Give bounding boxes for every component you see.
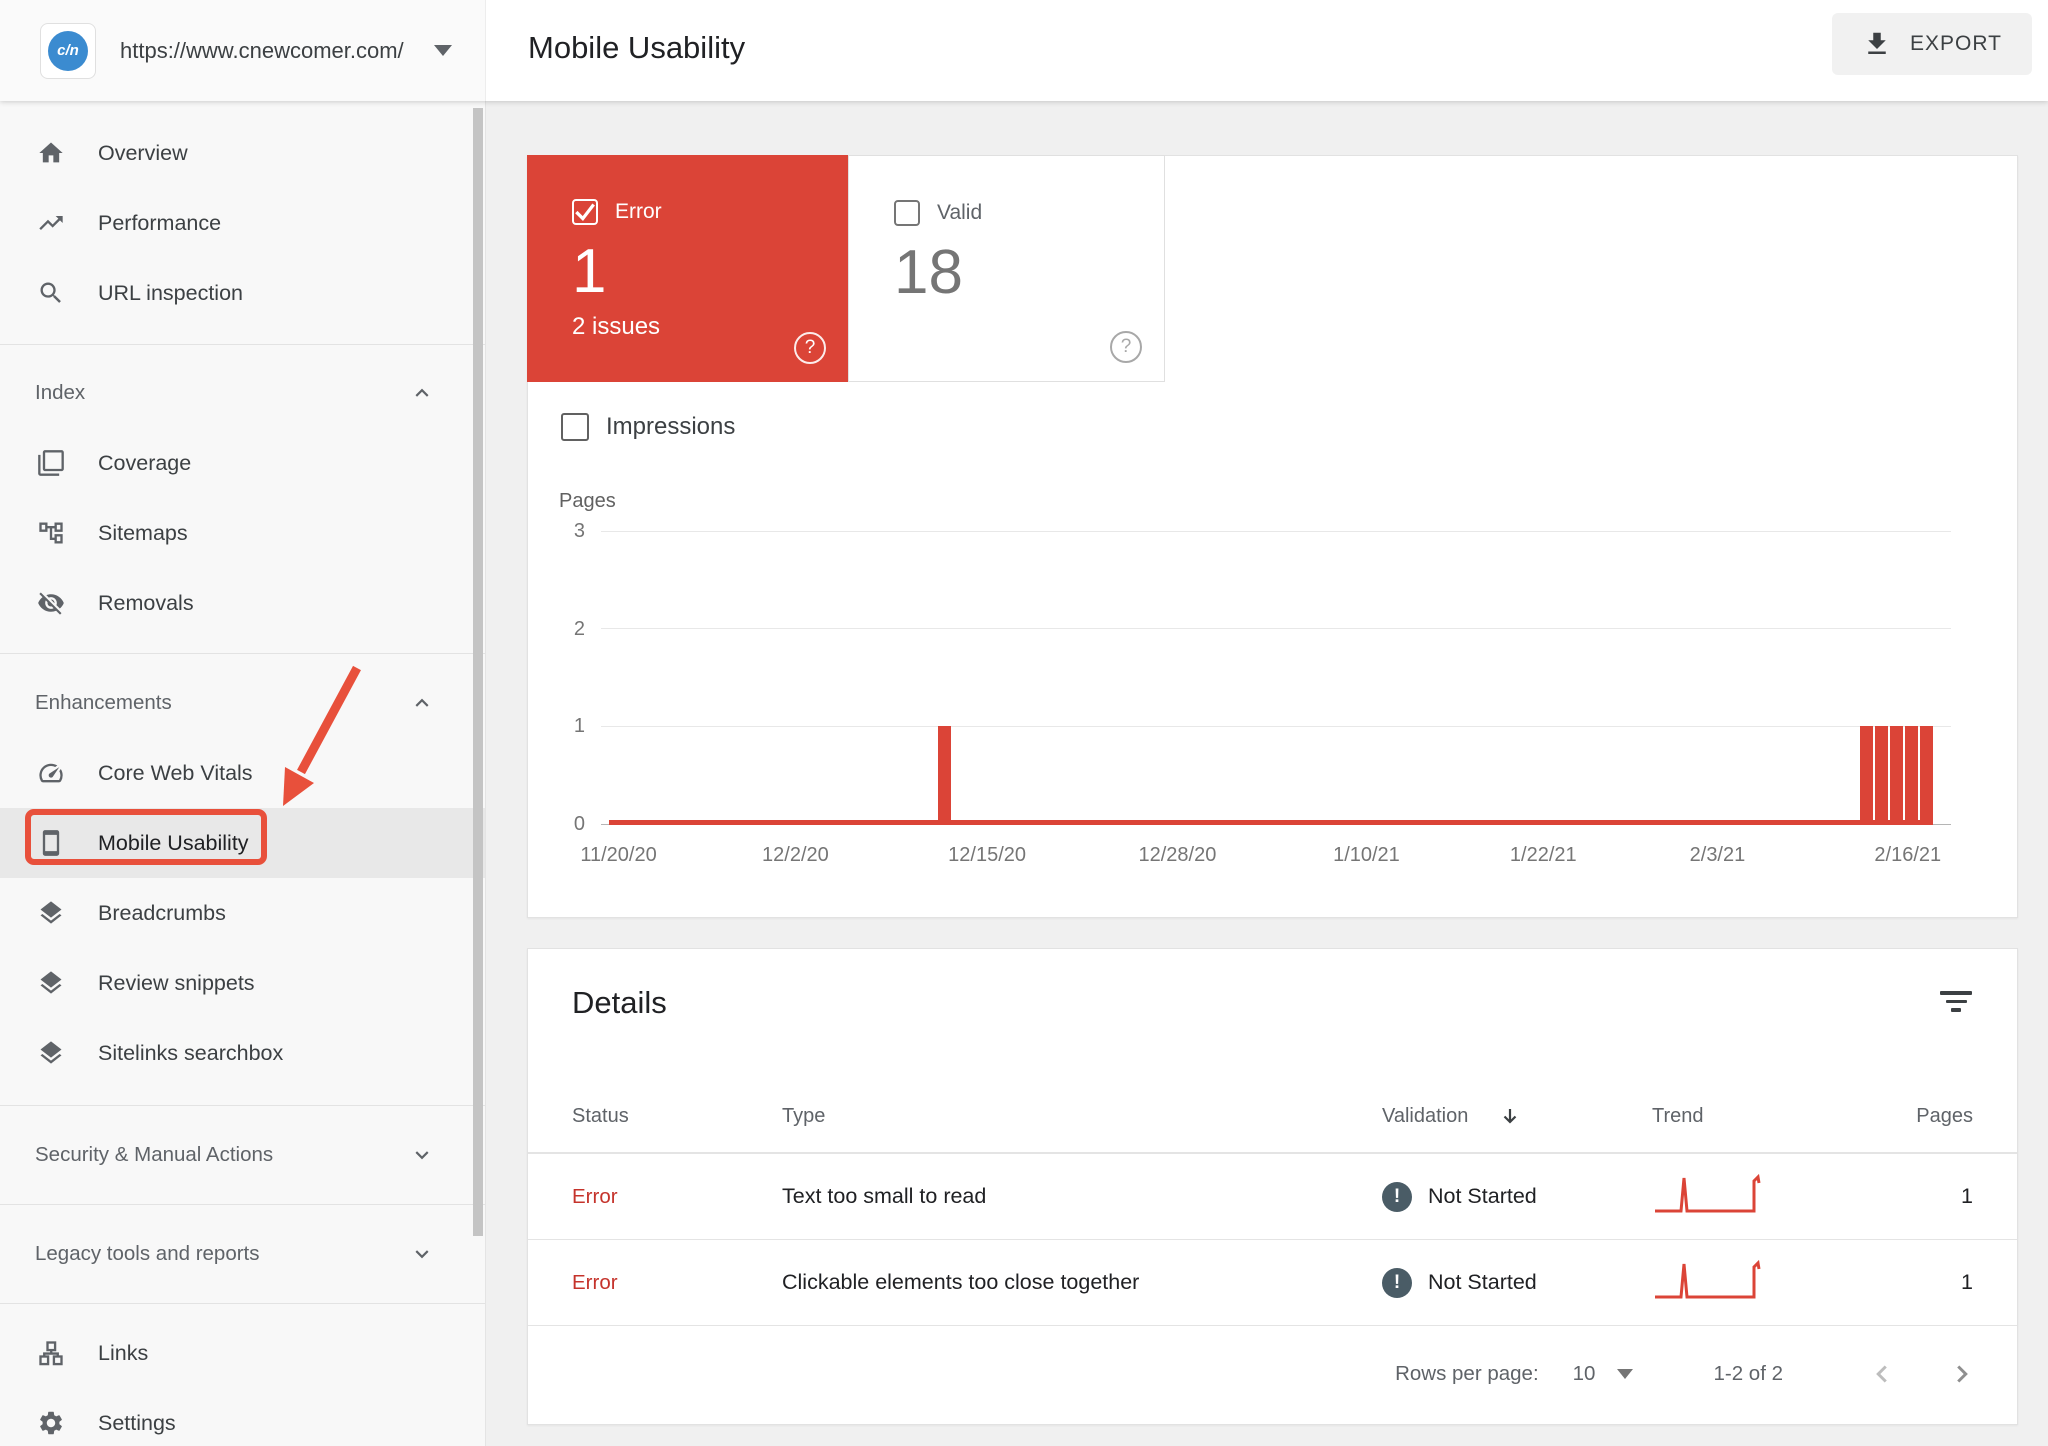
sidebar-item-sitelinks-searchbox[interactable]: Sitelinks searchbox [0,1018,485,1088]
sidebar-item-overview[interactable]: Overview [0,118,485,188]
sidebar-item-coverage[interactable]: Coverage [0,428,485,498]
details-card: Details Status Type Validation Trend Pag… [527,948,2018,1425]
top-bar: c/n https://www.cnewcomer.com/ Mobile Us… [0,0,2048,101]
type-cell[interactable]: Text too small to read [782,1184,1382,1209]
sidebar-section-enhancements[interactable]: Enhancements [0,668,485,738]
chevron-down-icon [415,1250,429,1259]
column-header-status[interactable]: Status [572,1105,782,1128]
property-url: https://www.cnewcomer.com/ [120,37,404,63]
next-page-button[interactable] [1947,1359,1977,1389]
rows-per-page-label: Rows per page: [1395,1361,1539,1385]
sidebar-item-performance[interactable]: Performance [0,188,485,258]
chart-plot [601,530,1951,825]
property-selector[interactable]: c/n https://www.cnewcomer.com/ [0,0,486,101]
sidebar-item-removals[interactable]: Removals [0,568,485,638]
sidebar-section-legacy-tools[interactable]: Legacy tools and reports [0,1219,485,1289]
exclamation-icon: ! [1382,1181,1412,1212]
sidebar-item-links[interactable]: Links [0,1318,485,1388]
dropdown-caret-icon [1617,1368,1634,1379]
site-favicon: c/n [40,22,96,79]
divider [0,653,485,654]
divider [0,1303,485,1304]
sidebar: Overview Performance URL inspection Inde… [0,101,486,1446]
home-icon [37,139,65,167]
divider [0,344,485,345]
sidebar-item-settings[interactable]: Settings [0,1388,485,1446]
layers-icon [37,899,65,927]
rows-per-page-select[interactable]: 10 [1573,1362,1634,1386]
error-issues-count: 2 issues [572,313,661,340]
speed-icon [37,759,65,787]
pagination-range: 1-2 of 2 [1713,1361,1783,1385]
column-header-pages[interactable]: Pages [1880,1105,1973,1128]
sidebar-item-mobile-usability[interactable]: Mobile Usability [0,808,485,878]
error-filter-chip[interactable]: Error 1 2 issues ? [527,155,848,382]
error-count: 1 [572,237,607,306]
pages-cell: 1 [1961,1270,1973,1294]
sidebar-item-review-snippets[interactable]: Review snippets [0,948,485,1018]
exclamation-icon: ! [1382,1267,1412,1298]
impressions-checkbox[interactable] [561,413,589,441]
divider [0,1105,485,1106]
links-icon [37,1339,65,1367]
valid-filter-chip[interactable]: Valid 18 ? [848,155,1165,382]
chevron-down-icon [415,1151,429,1160]
column-header-validation[interactable]: Validation [1382,1105,1652,1129]
previous-page-button[interactable] [1867,1359,1897,1389]
table-header-row: Status Type Validation Trend Pages [528,1081,2017,1153]
chevron-up-icon [415,698,429,707]
column-header-trend[interactable]: Trend [1652,1105,1880,1128]
sort-descending-icon [1504,1108,1517,1124]
status-cell: Error [572,1270,618,1294]
filter-icon[interactable] [1939,991,1973,1021]
table-row[interactable]: Error Text too small to read ! Not Start… [528,1153,2017,1239]
trending-up-icon [37,209,65,237]
pages-cell: 1 [1961,1184,1973,1208]
sidebar-nav: Overview Performance URL inspection Inde… [0,101,485,1446]
chevron-up-icon [415,388,429,397]
table-pagination: Rows per page: 10 1-2 of 2 [528,1325,2017,1421]
chart-card: Error 1 2 issues ? Valid 18 ? Impression… [527,155,2018,918]
trend-sparkline [1652,1257,1880,1308]
smartphone-icon [37,829,65,857]
chart-x-ticks: 11/20/20 12/2/20 12/15/20 12/28/20 1/10/21 1/… [580,844,1942,866]
help-icon[interactable]: ? [1110,331,1142,363]
layers-icon [37,969,65,997]
search-icon [37,279,65,307]
validation-cell: Not Started [1428,1270,1537,1294]
visibility-off-icon [37,589,65,617]
table-row[interactable]: Error Clickable elements too close toget… [528,1239,2017,1325]
sidebar-scrollbar[interactable] [473,108,483,1236]
search-console-app: c/n https://www.cnewcomer.com/ Mobile Us… [0,0,2048,1446]
sidebar-item-core-web-vitals[interactable]: Core Web Vitals [0,738,485,808]
property-dropdown-caret-icon[interactable] [433,45,452,56]
page-title: Mobile Usability [528,30,746,65]
trend-sparkline [1652,1171,1880,1222]
column-header-type[interactable]: Type [782,1105,1382,1128]
sidebar-item-url-inspection[interactable]: URL inspection [0,258,485,328]
details-title: Details [572,985,667,1020]
download-icon [1868,32,1886,54]
sidebar-item-breadcrumbs[interactable]: Breadcrumbs [0,878,485,948]
error-chip-label: Error [615,200,662,223]
layers-icon [37,1039,65,1067]
sidebar-section-index[interactable]: Index [0,358,485,428]
help-icon[interactable]: ? [794,332,826,364]
impressions-toggle[interactable]: Impressions [561,413,735,441]
sidebar-section-security-manual-actions[interactable]: Security & Manual Actions [0,1120,485,1190]
chart-y-axis-title: Pages [559,490,616,512]
sitemap-icon [37,519,65,547]
export-button[interactable]: EXPORT [1832,13,2032,75]
sidebar-item-sitemaps[interactable]: Sitemaps [0,498,485,568]
site-logo: c/n [48,30,88,71]
chart-y-ticks: 3210 [573,520,585,835]
status-cell: Error [572,1184,618,1208]
divider [0,1204,485,1205]
gear-icon [37,1409,65,1437]
type-cell[interactable]: Clickable elements too close together [782,1270,1382,1295]
validation-cell: Not Started [1428,1184,1537,1208]
valid-count: 18 [894,238,963,307]
pages-icon [37,449,65,477]
